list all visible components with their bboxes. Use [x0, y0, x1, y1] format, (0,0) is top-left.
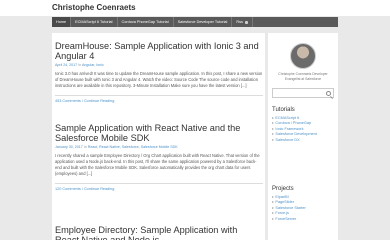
post-excerpt: Ionic 3.0 has arrived! It was time to up… — [55, 71, 263, 88]
profile-text: Christophe Coenraets Developer Evangelis… — [278, 72, 328, 81]
post-categories[interactable]: React, React Native, Salesforce, Salesfo… — [88, 145, 178, 149]
divider — [55, 95, 263, 96]
post-excerpt: I recently shared a sample Employee Dire… — [55, 153, 260, 176]
projects-list: ElpariBI PageSlider Salesforce Starter F… — [272, 195, 306, 222]
post-title[interactable]: Sample Application with React Native and… — [55, 123, 263, 143]
projects-heading: Projects — [272, 186, 294, 192]
comments-link[interactable]: 120 Comments — [55, 187, 81, 191]
divider — [55, 183, 263, 184]
site-title[interactable]: Christophe Coenraets — [52, 3, 136, 12]
post-date[interactable]: April 24, 2017 — [55, 63, 77, 67]
post: Sample Application with React Native and… — [55, 123, 263, 191]
continue-reading-link[interactable]: Continue Reading — [84, 187, 114, 191]
main-nav: Home ECMAScript 6 Tutorial Cordova Phone… — [52, 17, 338, 27]
post-title[interactable]: DreamHouse: Sample Application with Ioni… — [55, 41, 263, 61]
nav-salesforce[interactable]: Salesforce Developer Tutorial — [174, 17, 233, 27]
nav-ecmascript[interactable]: ECMAScript 6 Tutorial — [71, 17, 118, 27]
post-links: 453 Comments / Continue Reading — [55, 99, 115, 103]
comments-link[interactable]: 453 Comments — [55, 99, 81, 103]
tutorial-link[interactable]: Salesforce Development — [272, 132, 316, 137]
post-date[interactable]: January 30, 2017 — [55, 145, 83, 149]
avatar — [290, 43, 316, 69]
nav-rss[interactable]: Rss — [232, 17, 253, 27]
post-categories[interactable]: Angular, Ionic — [82, 63, 104, 67]
post-meta: January 30, 2017 In React, React Native,… — [55, 145, 263, 149]
tutorials-list: ECMAScript 6 Cordova / PhoneGap Ionic Fr… — [272, 116, 317, 143]
post-in-label: In — [83, 145, 87, 149]
nav-cordova[interactable]: Cordova PhoneGap Tutorial — [118, 17, 174, 27]
post-title[interactable]: Employee Directory: Sample Application w… — [55, 225, 263, 240]
search-icon[interactable] — [326, 91, 331, 96]
tutorial-link[interactable]: Salesforce DX — [272, 138, 317, 143]
post: DreamHouse: Sample Application with Ioni… — [55, 41, 263, 103]
posts-panel: DreamHouse: Sample Application with Ioni… — [52, 33, 265, 240]
post-meta: April 24, 2017 In Angular, Ionic — [55, 63, 263, 67]
post-in-label: In — [78, 63, 82, 67]
continue-reading-link[interactable]: Continue Reading — [84, 99, 114, 103]
sidebar: Christophe Coenraets Developer Evangelis… — [268, 33, 338, 240]
post-links: 120 Comments / Continue Reading — [55, 187, 115, 191]
site-header: Christophe Coenraets — [0, 0, 390, 16]
search-input[interactable] — [272, 88, 334, 98]
nav-home[interactable]: Home — [52, 17, 72, 27]
tutorials-heading: Tutorials — [272, 107, 295, 113]
nav-rss-label: Rss — [236, 20, 243, 24]
post: Employee Directory: Sample Application w… — [55, 225, 263, 240]
rss-icon — [244, 20, 248, 24]
project-link[interactable]: ForceServer — [272, 217, 306, 222]
